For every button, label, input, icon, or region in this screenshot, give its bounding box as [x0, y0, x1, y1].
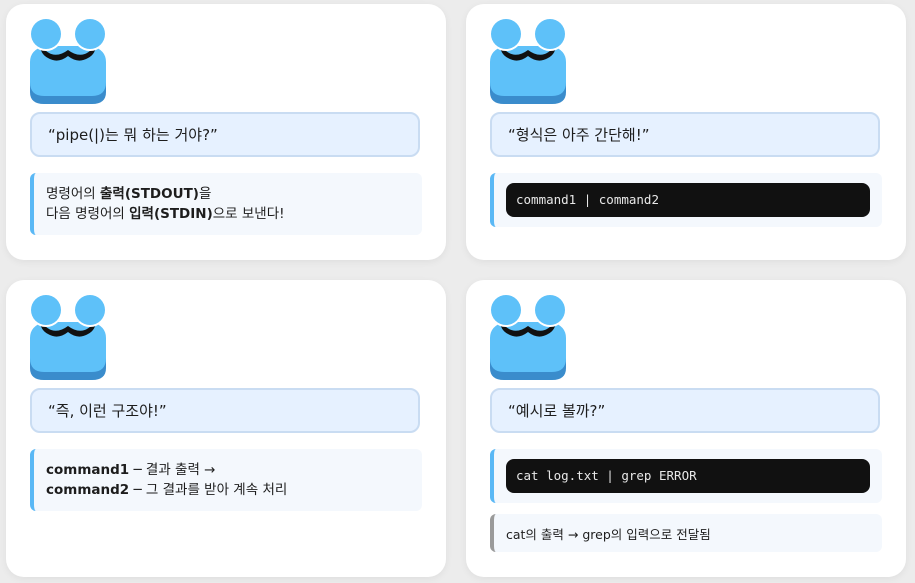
- structure-line-2: command2 ─ 그 결과를 받아 계속 처리: [46, 482, 288, 498]
- explanation-line-1: 명령어의 출력(STDOUT)을: [46, 186, 212, 202]
- structure-panel: command1 ─ 결과 출력 → command2 ─ 그 결과를 받아 계…: [30, 449, 422, 511]
- code-panel: cat log.txt | grep ERROR: [490, 449, 882, 503]
- speech-bubble: “형식은 아주 간단해!”: [490, 112, 880, 157]
- card-pipe-intro: “pipe(|)는 뭐 하는 거야?” 명령어의 출력(STDOUT)을 다음 …: [6, 4, 446, 260]
- card-pipe-example: “예시로 볼까?” cat log.txt | grep ERROR cat의 …: [466, 280, 906, 577]
- example-note: cat의 출력 → grep의 입력으로 전달됨: [490, 514, 882, 552]
- explanation-line-2: 다음 명령어의 입력(STDIN)으로 보낸다!: [46, 206, 285, 222]
- structure-line-1: command1 ─ 결과 출력 →: [46, 462, 216, 478]
- speech-bubble: “예시로 볼까?”: [490, 388, 880, 433]
- code-panel: command1 | command2: [490, 173, 882, 227]
- code-block: command1 | command2: [506, 183, 870, 217]
- mascot-icon: [29, 293, 107, 380]
- mascot-icon: [29, 17, 107, 104]
- explanation-panel: 명령어의 출력(STDOUT)을 다음 명령어의 입력(STDIN)으로 보낸다…: [30, 173, 422, 235]
- mascot-icon: [489, 17, 567, 104]
- card-pipe-structure: “즉, 이런 구조야!” command1 ─ 결과 출력 → command2…: [6, 280, 446, 577]
- card-pipe-syntax: “형식은 아주 간단해!” command1 | command2: [466, 4, 906, 260]
- mascot-icon: [489, 293, 567, 380]
- speech-bubble: “즉, 이런 구조야!”: [30, 388, 420, 433]
- speech-bubble: “pipe(|)는 뭐 하는 거야?”: [30, 112, 420, 157]
- code-block: cat log.txt | grep ERROR: [506, 459, 870, 493]
